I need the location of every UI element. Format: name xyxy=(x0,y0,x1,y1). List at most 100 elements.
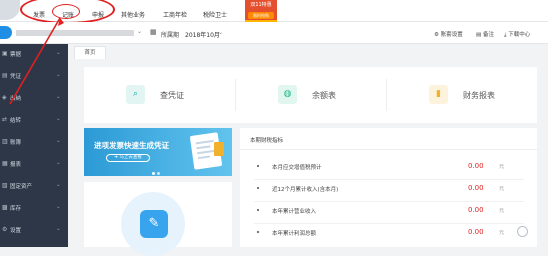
banner-button-label: 马上去查看 xyxy=(119,155,142,160)
financial-statements-label: 财务报表 xyxy=(463,91,495,100)
metric-row: 本月应交增值税预计 0.00 元 xyxy=(254,158,524,180)
company-name-blurred[interactable] xyxy=(16,30,134,36)
calendar-icon: ▦ xyxy=(150,28,157,36)
metric-row: 本年累计营业收入 0.00 元 xyxy=(254,202,524,224)
sidebar-item-vouchers[interactable]: ▤ 凭证 ⌄ xyxy=(0,66,68,86)
period-label: 所属期 xyxy=(161,32,180,39)
banner-view-button[interactable]: ➜ 马上去查看 xyxy=(106,154,150,162)
gear-icon: ⚙ xyxy=(434,32,441,38)
tab-business-annual-check[interactable]: 工商年检 xyxy=(163,10,187,19)
sidebar-item-fixed-assets[interactable]: ▧ 固定资产 ⌄ xyxy=(0,176,68,196)
promo-line2: 限时抢购 xyxy=(248,12,274,19)
chevron-down-icon: ⌄ xyxy=(56,226,61,232)
promo-line1: 双11特惠 xyxy=(250,2,272,8)
metric-label: 本月应交增值税预计 xyxy=(272,165,322,171)
metric-unit: 元 xyxy=(499,208,505,214)
metric-value: 0.00 xyxy=(468,184,484,192)
chevron-down-icon: ⌄ xyxy=(56,94,61,100)
download-center-label: 下载中心 xyxy=(508,32,531,38)
balance-sheet-card[interactable]: ◍ 余额表 xyxy=(236,67,386,123)
sidebar-item-inventory[interactable]: ▩ 库存 ⌄ xyxy=(0,198,68,218)
sidebar-item-reports[interactable]: ▦ 报表 ⌄ xyxy=(0,154,68,174)
page-tabs: 首页 xyxy=(68,44,548,59)
sidebar: ▣ 票据 ⌄ ▤ 凭证 ⌄ ◈ 出纳 ⌄ ⇄ 结转 ⌄ ▥ 账簿 ⌄ ▦ 报表 ⌄ ▧ 固定资产 ⌄ ▩ 库存… xyxy=(0,44,68,247)
metric-value: 0.00 xyxy=(468,162,484,170)
chevron-down-icon: ⌄ xyxy=(56,50,61,56)
folder-tab-illustration xyxy=(214,142,224,156)
metric-value: 0.00 xyxy=(468,228,484,236)
view-vouchers-label: 查凭证 xyxy=(160,91,184,100)
edit-document-icon: ✎ xyxy=(140,210,168,238)
banner-title: 进项发票快速生成凭证 xyxy=(94,141,169,150)
metric-label: 本年累计营业收入 xyxy=(272,209,317,215)
sidebar-item-carry-forward[interactable]: ⇄ 结转 ⌄ xyxy=(0,110,68,130)
carry-forward-icon: ⇄ xyxy=(2,116,8,123)
inventory-icon: ▩ xyxy=(2,204,8,211)
report-icon: ▦ xyxy=(2,160,8,167)
metric-unit: 元 xyxy=(499,164,505,170)
sidebar-item-label: 账簿 xyxy=(10,140,22,146)
divider xyxy=(240,149,537,150)
metric-label: 本年累计利润总额 xyxy=(272,231,317,237)
chevron-down-icon[interactable]: ⌄ xyxy=(137,28,142,35)
cashier-icon: ◈ xyxy=(2,94,7,101)
chevron-down-icon: ⌄ xyxy=(56,160,61,166)
asset-icon: ▧ xyxy=(2,182,8,189)
sidebar-item-label: 结转 xyxy=(10,118,22,124)
highlight-circle xyxy=(52,4,80,19)
notes-label: 备注 xyxy=(482,32,494,38)
metric-row: 本年累计利润总额 0.00 元 xyxy=(254,224,524,246)
sidebar-item-settings[interactable]: ⚙ 设置 ⌄ xyxy=(0,220,68,240)
company-bar: ⌄ ▦ 所属期 2018年10月 ⌄ ⚙ 账套设置 ▤ 备注 ⤓ 下载中心 xyxy=(0,22,548,44)
sidebar-item-label: 固定资产 xyxy=(10,184,33,190)
metric-unit: 元 xyxy=(499,186,505,192)
search-voucher-icon: ⌕ xyxy=(126,85,145,104)
quick-actions-panel: ⌕ 查凭证 ◍ 余额表 ▮ 财务报表 xyxy=(84,67,537,123)
period-select[interactable]: 2018年10月 xyxy=(185,30,220,39)
promo-banner[interactable]: 双11特惠 限时抢购 xyxy=(245,0,277,22)
tab-home[interactable]: 首页 xyxy=(74,46,106,59)
sidebar-item-cashier[interactable]: ◈ 出纳 ⌄ xyxy=(0,88,68,108)
ticket-icon: ▣ xyxy=(2,50,8,57)
note-icon: ▤ xyxy=(476,32,483,38)
balance-icon: ◍ xyxy=(278,85,297,104)
download-center-button[interactable]: ⤓ 下载中心 xyxy=(504,30,530,39)
ledger-settings-label: 账套设置 xyxy=(440,32,463,38)
metric-unit: 元 xyxy=(499,230,505,236)
invoice-card[interactable]: ✎ xyxy=(84,182,232,256)
logo xyxy=(0,0,20,20)
top-menu-bar: 发票 记账 申报 其他业务 工商年检 税险卫士 双11特惠 限时抢购 xyxy=(0,0,548,24)
metric-value: 0.00 xyxy=(468,206,484,214)
sidebar-item-label: 设置 xyxy=(10,228,22,234)
chevron-down-icon: ⌄ xyxy=(56,72,61,78)
panel-title: 本期财税指标 xyxy=(250,138,284,144)
voucher-icon: ▤ xyxy=(2,72,8,79)
chevron-down-icon[interactable]: ⌄ xyxy=(218,29,223,36)
chevron-down-icon: ⌄ xyxy=(56,204,61,210)
carousel-dots[interactable] xyxy=(152,170,164,175)
sidebar-item-tickets[interactable]: ▣ 票据 ⌄ xyxy=(0,44,68,64)
view-vouchers-card[interactable]: ⌕ 查凭证 xyxy=(84,67,234,123)
sidebar-item-label: 库存 xyxy=(10,206,22,212)
ledger-settings-button[interactable]: ⚙ 账套设置 xyxy=(434,30,463,38)
metric-label: 近12个月累计收入(含本月) xyxy=(272,187,339,193)
balance-sheet-label: 余额表 xyxy=(312,91,336,100)
sidebar-item-ledger[interactable]: ▥ 账簿 ⌄ xyxy=(0,132,68,152)
watermark-logo xyxy=(507,226,537,247)
financial-statements-card[interactable]: ▮ 财务报表 xyxy=(387,67,537,123)
user-icon[interactable] xyxy=(0,26,12,39)
sidebar-item-label: 报表 xyxy=(10,162,22,168)
sidebar-item-label: 出纳 xyxy=(10,96,22,102)
settings-icon: ⚙ xyxy=(2,226,8,233)
chevron-down-icon: ⌄ xyxy=(56,138,61,144)
tab-other-business[interactable]: 其他业务 xyxy=(121,10,145,19)
tab-tax-risk-guard[interactable]: 税险卫士 xyxy=(203,10,227,19)
ledger-icon: ▥ xyxy=(2,138,8,145)
notes-button[interactable]: ▤ 备注 xyxy=(476,30,494,38)
chevron-down-icon: ⌄ xyxy=(56,116,61,122)
sidebar-item-label: 票据 xyxy=(10,52,22,58)
sidebar-item-label: 凭证 xyxy=(10,74,22,80)
tax-indicators-panel: 本期财税指标 本月应交增值税预计 0.00 元 近12个月累计收入(含本月) 0.00… xyxy=(240,128,537,247)
metric-row: 近12个月累计收入(含本月) 0.00 元 xyxy=(254,180,524,202)
promo-carousel[interactable]: 进项发票快速生成凭证 ➜ 马上去查看 xyxy=(84,128,232,176)
